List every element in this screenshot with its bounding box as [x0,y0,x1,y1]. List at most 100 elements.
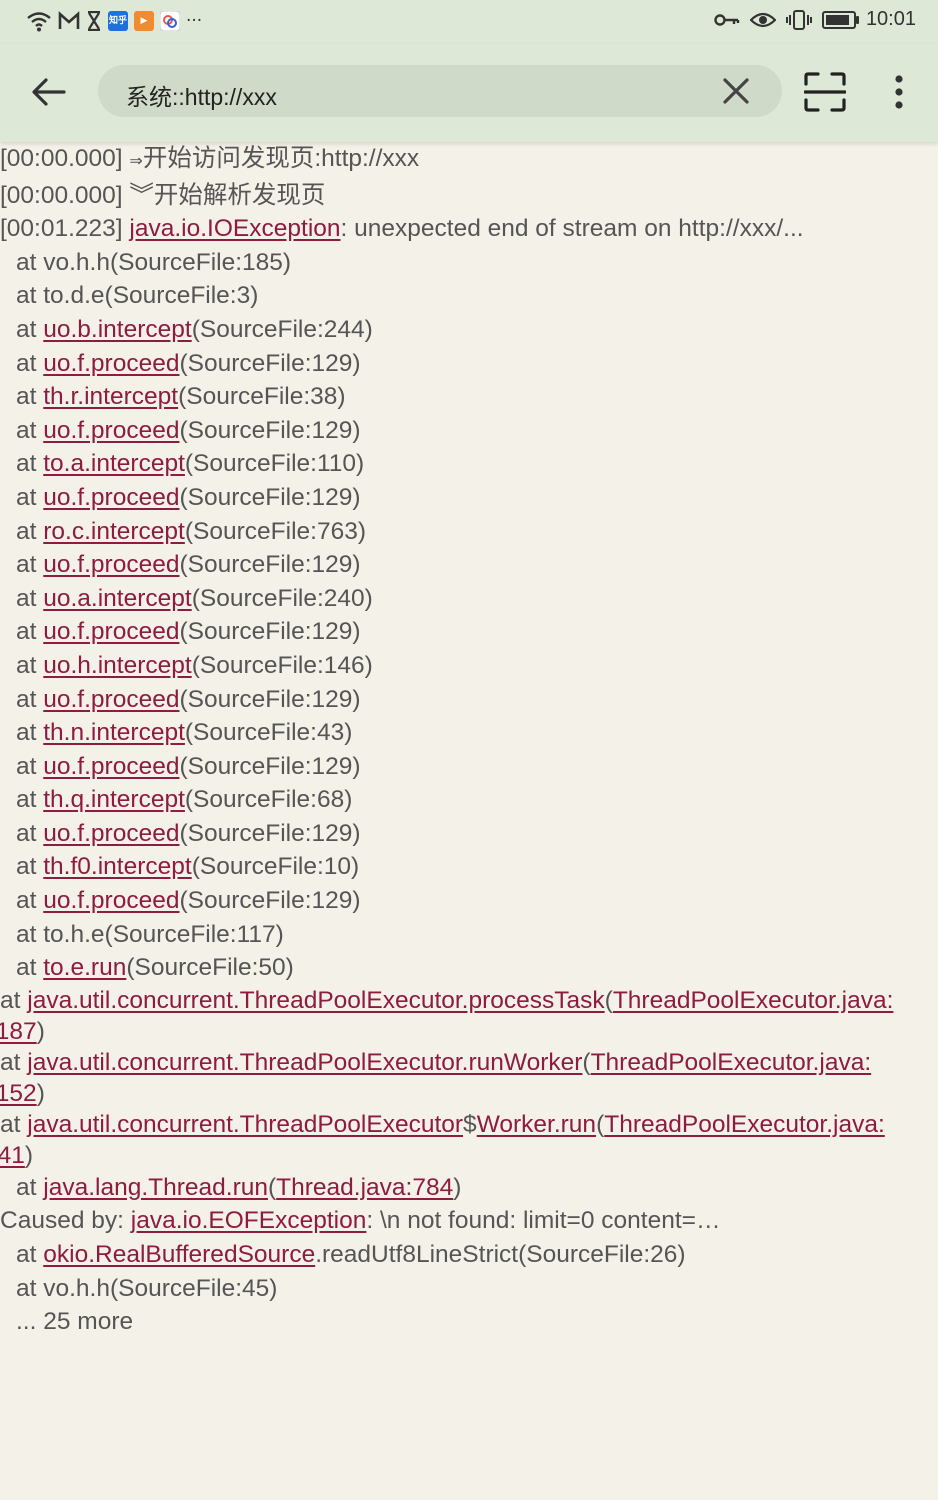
log-link[interactable]: to.e.run [43,954,126,981]
log-link[interactable]: java.io.IOException [129,215,340,242]
log-line: at uo.h.intercept(SourceFile:146) [0,649,938,683]
log-link[interactable]: th.n.intercept [43,719,185,746]
log-text: at to.d.e(SourceFile:3) [16,282,259,310]
log-text: : \n not found: limit=0 content=… [366,1207,721,1235]
cloud-app-icon [160,11,180,31]
log-line: at vo.h.h(SourceFile:185) [0,246,938,280]
log-text: (SourceFile:110) [184,450,365,478]
log-line: at uo.f.proceed(SourceFile:129) [0,347,938,381]
log-text: ) [24,1141,34,1169]
log-text: (SourceFile:129) [179,551,361,579]
log-text: 开始访问发现页:http://xxx [142,145,420,172]
scan-icon[interactable] [804,72,846,112]
log-link[interactable]: ThreadPoolExecutor.java: [613,987,894,1014]
log-link[interactable]: okio.RealBufferedSource [43,1241,315,1268]
log-line: at uo.a.intercept(SourceFile:240) [0,582,938,616]
log-line: at ro.c.intercept(SourceFile:763) [0,515,938,549]
log-link[interactable]: uo.f.proceed [43,686,179,713]
log-text: at [16,1173,44,1201]
log-line: at java.util.concurrent.ThreadPoolExecut… [0,985,938,1047]
log-line: at to.d.e(SourceFile:3) [0,279,938,313]
back-arrow-icon[interactable] [28,72,68,112]
log-link[interactable]: java.util.concurrent.ThreadPoolExecutor [27,1111,463,1138]
log-line: [00:01.223] java.io.IOException: unexpec… [0,212,938,246]
log-line: at java.util.concurrent.ThreadPoolExecut… [0,1047,938,1109]
battery-icon [821,10,859,29]
log-link[interactable]: ThreadPoolExecutor.java: [604,1111,885,1138]
url-bar[interactable]: 系统::http://xxx [98,65,782,117]
log-link[interactable]: 641 [0,1142,25,1169]
log-link[interactable]: uo.f.proceed [43,753,179,780]
log-link[interactable]: Thread.java:784 [276,1174,453,1201]
log-link[interactable]: uo.b.intercept [43,316,191,343]
log-link[interactable]: ro.c.intercept [43,518,185,545]
log-output: [00:00.000] ⇒开始访问发现页:http://xxx [00:00.00… [0,142,938,1339]
log-text: at vo.h.h(SourceFile:185) [16,248,292,276]
log-link[interactable]: ThreadPoolExecutor.java: [591,1049,872,1076]
log-link[interactable]: java.lang.Thread.run [43,1174,268,1201]
log-link[interactable]: uo.f.proceed [43,417,179,444]
log-text: .readUtf8LineStrict(SourceFile:26) [315,1241,686,1269]
log-text: ( [267,1173,277,1201]
log-text: ⇒ [129,153,143,170]
more-vert-icon[interactable] [888,74,910,110]
log-link[interactable]: uo.a.intercept [43,585,191,612]
log-link[interactable]: java.util.concurrent.ThreadPoolExecutor.… [27,1049,582,1076]
log-line: at vo.h.h(SourceFile:45) [0,1272,938,1306]
more-notifications-icon: ··· [186,11,203,31]
log-link[interactable]: th.r.intercept [43,383,178,410]
log-link[interactable]: uo.f.proceed [43,820,179,847]
log-text: at [16,1241,44,1269]
log-text: at to.h.e(SourceFile:117) [16,920,284,948]
hourglass-icon [88,11,100,31]
log-text: (SourceFile:43) [184,719,353,747]
log-text: at [16,819,44,847]
log-link[interactable]: th.f0.intercept [43,853,191,880]
log-link[interactable]: uo.h.intercept [43,652,191,679]
log-text: (SourceFile:129) [179,752,361,780]
log-link[interactable]: Worker.run [477,1111,596,1138]
log-text: (SourceFile:10) [191,853,360,881]
log-text: at [0,1110,28,1138]
log-text: at [16,383,44,411]
log-text: (SourceFile:129) [179,618,361,646]
log-link[interactable]: uo.f.proceed [43,618,179,645]
log-text: ... 25 more [16,1308,134,1336]
log-line: at uo.f.proceed(SourceFile:129) [0,750,938,784]
log-text: ( [596,1110,605,1138]
status-bar: 知乎 ▶ ··· 10:01 [0,0,938,44]
log-line: at uo.f.proceed(SourceFile:129) [0,414,938,448]
log-link[interactable]: 1152 [0,1080,37,1107]
log-text: Caused by: [0,1207,131,1235]
log-link[interactable]: 1187 [0,1018,37,1045]
log-line: at th.n.intercept(SourceFile:43) [0,716,938,750]
log-link[interactable]: to.a.intercept [43,450,185,477]
log-text: at [16,719,44,747]
zhihu-app-icon: 知乎 [108,11,128,31]
clear-icon[interactable] [722,77,750,105]
log-link[interactable]: uo.f.proceed [43,887,179,914]
log-line: ... 25 more [0,1305,938,1339]
log-link[interactable]: uo.f.proceed [43,484,179,511]
log-line: at uo.f.proceed(SourceFile:129) [0,548,938,582]
status-icons-right: 10:01 [714,8,916,31]
log-line: at uo.f.proceed(SourceFile:129) [0,884,938,918]
log-text: (SourceFile:129) [179,685,361,713]
log-line: at th.r.intercept(SourceFile:38) [0,380,938,414]
log-link[interactable]: java.io.EOFException [131,1207,367,1234]
log-link[interactable]: uo.f.proceed [43,551,179,578]
log-text: at [16,887,44,915]
log-link[interactable]: th.q.intercept [43,786,185,813]
log-line: at to.h.e(SourceFile:117) [0,918,938,952]
url-text[interactable]: 系统::http://xxx [126,78,277,112]
log-line: at th.f0.intercept(SourceFile:10) [0,850,938,884]
log-text: at [16,416,44,444]
log-text: (SourceFile:763) [184,517,366,545]
log-line: [00:00.000] ⇒开始访问发现页:http://xxx [0,142,938,179]
log-text: [00:00.000] ︾开始解析发现页 [0,181,326,209]
log-link[interactable]: uo.f.proceed [43,350,179,377]
log-line: at uo.f.proceed(SourceFile:129) [0,615,938,649]
log-text: at [0,1048,28,1076]
log-text: $ [463,1110,477,1138]
log-link[interactable]: java.util.concurrent.ThreadPoolExecutor.… [27,987,604,1014]
